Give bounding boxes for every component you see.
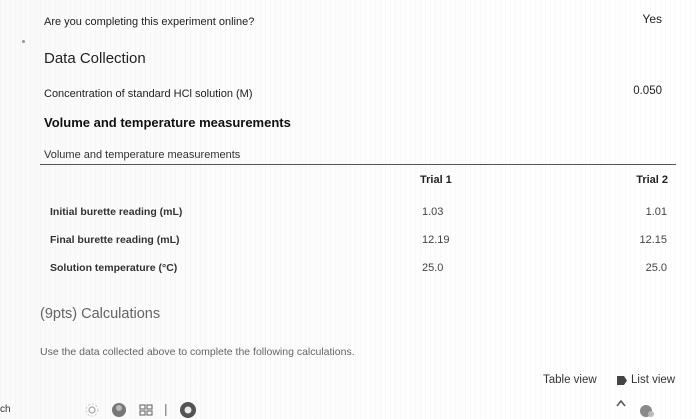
concentration-label: Concentration of standard HCl solution (… <box>44 88 253 100</box>
concentration-value[interactable]: 0.050 <box>633 85 662 97</box>
list-view-icon <box>616 375 628 386</box>
decorative-dot <box>22 40 25 43</box>
app-icon[interactable] <box>110 401 128 419</box>
cell-initial-trial-2[interactable]: 1.01 <box>646 206 667 218</box>
browser-icon[interactable] <box>178 400 198 419</box>
calculations-instructions: Use the data collected above to complete… <box>40 346 355 358</box>
column-header-trial-1: Trial 1 <box>420 174 452 186</box>
online-question-answer[interactable]: Yes <box>642 12 662 26</box>
caret-up-icon[interactable] <box>616 398 626 410</box>
table-view-toggle[interactable]: Table view <box>543 374 597 386</box>
cell-final-trial-2[interactable]: 12.15 <box>639 234 667 246</box>
table-divider <box>40 164 676 165</box>
tray-icon[interactable] <box>638 402 656 419</box>
settings-icon[interactable] <box>84 403 100 417</box>
cell-final-trial-1[interactable]: 12.19 <box>422 234 450 246</box>
online-question-label: Are you completing this experiment onlin… <box>44 16 255 28</box>
divider-icon <box>164 403 168 417</box>
cell-temperature-trial-1[interactable]: 25.0 <box>422 262 443 274</box>
measurements-table-caption: Volume and temperature measurements <box>44 149 241 161</box>
taskbar <box>84 400 198 419</box>
measurements-heading: Volume and temperature measurements <box>44 115 291 130</box>
row-label-solution-temperature: Solution temperature (°C) <box>50 262 178 274</box>
cell-initial-trial-1[interactable]: 1.03 <box>422 206 443 218</box>
grid-icon[interactable] <box>138 403 154 417</box>
row-label-final-burette: Final burette reading (mL) <box>50 234 180 246</box>
data-collection-title: Data Collection <box>44 50 146 67</box>
calculations-title: (9pts) Calculations <box>40 306 161 322</box>
column-header-trial-2: Trial 2 <box>636 174 668 186</box>
row-label-initial-burette: Initial burette reading (mL) <box>50 206 183 218</box>
list-view-toggle[interactable]: List view <box>616 374 675 386</box>
experiment-page: Are you completing this experiment onlin… <box>0 0 700 419</box>
edge-text-fragment: ch <box>0 404 11 415</box>
cell-temperature-trial-2[interactable]: 25.0 <box>646 262 667 274</box>
list-view-label: List view <box>631 374 676 386</box>
